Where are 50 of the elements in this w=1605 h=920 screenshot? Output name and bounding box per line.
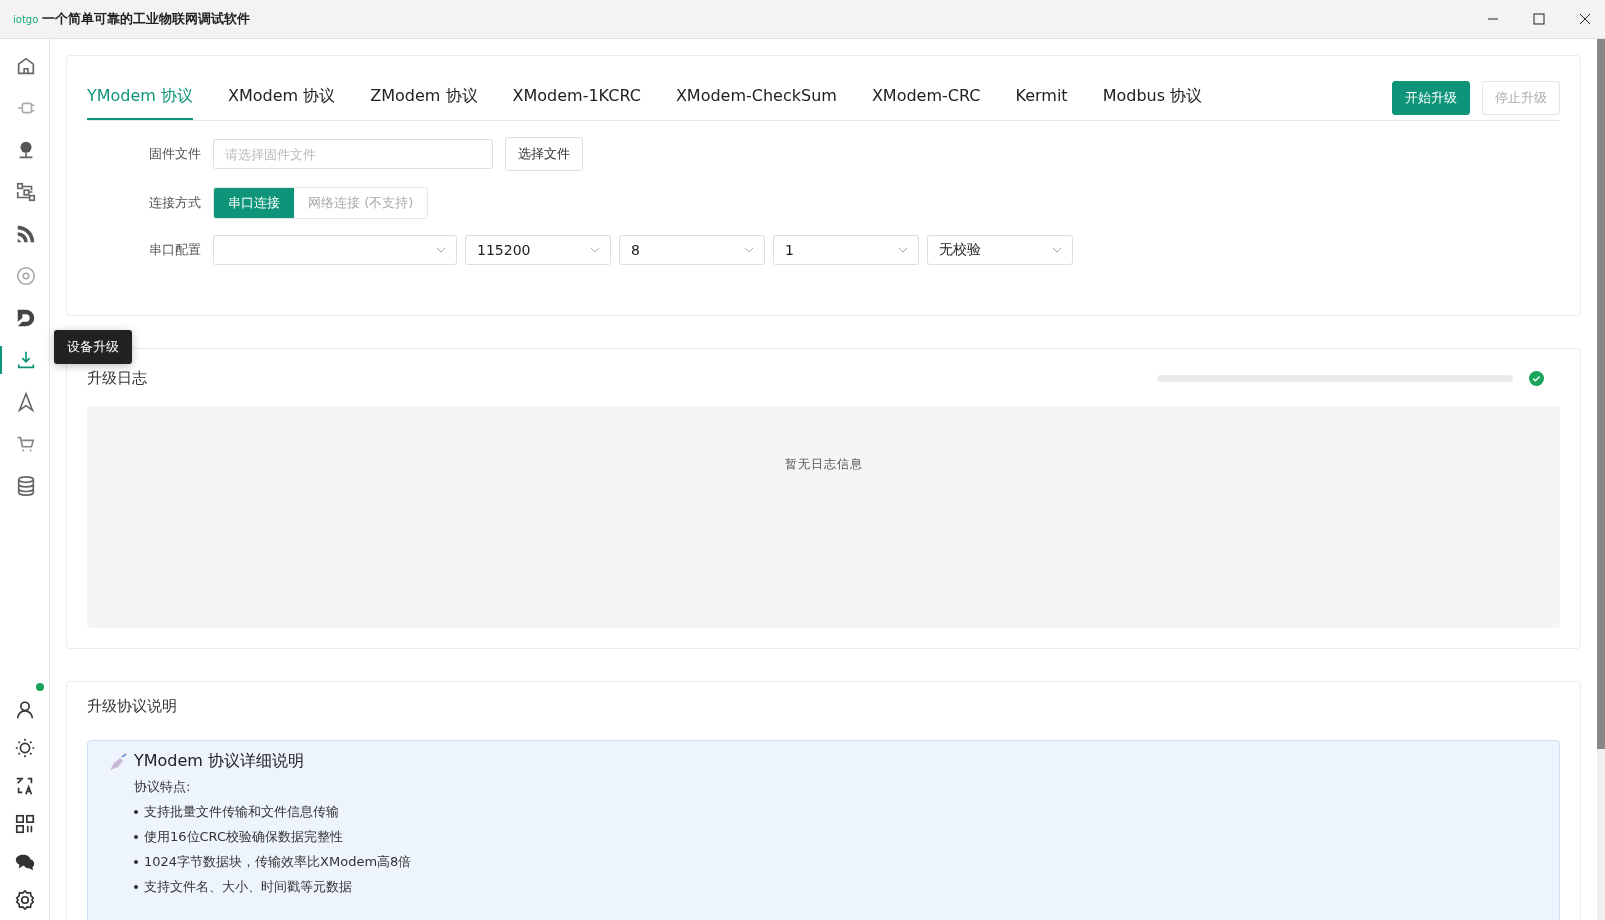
bullet-icon bbox=[134, 885, 138, 889]
protocol-tab[interactable]: XModem-CRC bbox=[871, 76, 981, 120]
chevron-down-icon bbox=[898, 247, 908, 253]
pen-icon bbox=[108, 752, 128, 771]
bullet-text: 1024字节数据块，传输效率比XModem高8倍 bbox=[144, 853, 412, 871]
bullet-icon bbox=[134, 810, 138, 814]
protocol-tab[interactable]: YModem 协议 bbox=[87, 76, 194, 120]
info-heading: YModem 协议详细说明 bbox=[134, 751, 305, 772]
bullet-text: 支持文件名、大小、时间戳等元数据 bbox=[144, 878, 352, 896]
app-logo: iotgo bbox=[13, 13, 39, 25]
protocol-tab[interactable]: XModem-CheckSum bbox=[675, 76, 837, 120]
serial-select[interactable]: 无校验 bbox=[927, 235, 1073, 265]
settings-icon[interactable] bbox=[13, 888, 36, 911]
flow-icon bbox=[14, 181, 37, 203]
connection-option[interactable]: 串口连接 bbox=[214, 188, 294, 218]
chevron-down-icon bbox=[1052, 247, 1062, 253]
serial-select[interactable]: 115200 bbox=[465, 235, 611, 265]
empty-message: 暂无日志信息 bbox=[784, 456, 863, 473]
field-label: 固件文件 bbox=[148, 145, 201, 163]
apps-icon[interactable] bbox=[13, 812, 36, 835]
choose-file-button[interactable]: 选择文件 bbox=[505, 137, 583, 171]
tooltip: 设备升级 bbox=[54, 330, 132, 364]
start-upgrade-button[interactable]: 开始升级 bbox=[1392, 81, 1470, 115]
bullet-icon bbox=[134, 835, 138, 839]
sun-icon[interactable] bbox=[13, 736, 36, 759]
protocol-tab[interactable]: Modbus 协议 bbox=[1102, 76, 1203, 120]
protocol-tab[interactable]: Kermit bbox=[1015, 76, 1068, 120]
chevron-down-icon bbox=[744, 247, 754, 253]
serial-select[interactable]: 1 bbox=[773, 235, 919, 265]
scrollbar-thumb[interactable] bbox=[1597, 39, 1605, 749]
card-title: 升级协议说明 bbox=[87, 697, 177, 715]
bullet-text: 使用16位CRC校验确保数据完整性 bbox=[144, 828, 344, 846]
protocol-tab[interactable]: ZModem 协议 bbox=[370, 76, 478, 120]
bullet-text: 支持批量文件传输和文件信息传输 bbox=[144, 803, 339, 821]
info-subtitle: 协议特点: bbox=[134, 778, 192, 796]
chevron-down-icon bbox=[436, 247, 446, 253]
check-circle-icon bbox=[1529, 370, 1544, 386]
protocol-tab[interactable]: XModem 协议 bbox=[228, 76, 336, 120]
card-title: 升级日志 bbox=[87, 368, 147, 388]
target-icon bbox=[14, 265, 37, 287]
field-label: 连接方式 bbox=[148, 194, 201, 212]
chevron-down-icon bbox=[590, 247, 600, 253]
firmware-file-field[interactable]: 请选择固件文件 bbox=[213, 139, 493, 169]
protocol-tab[interactable]: XModem-1KCRC bbox=[512, 76, 641, 120]
maximize-icon[interactable] bbox=[1533, 13, 1545, 25]
close-icon[interactable] bbox=[1579, 13, 1591, 25]
window-title: 一个简单可靠的工业物联网调试软件 bbox=[42, 10, 251, 28]
field-label: 串口配置 bbox=[148, 241, 201, 259]
bullet-icon bbox=[134, 860, 138, 864]
serial-select[interactable]: 8 bbox=[619, 235, 765, 265]
